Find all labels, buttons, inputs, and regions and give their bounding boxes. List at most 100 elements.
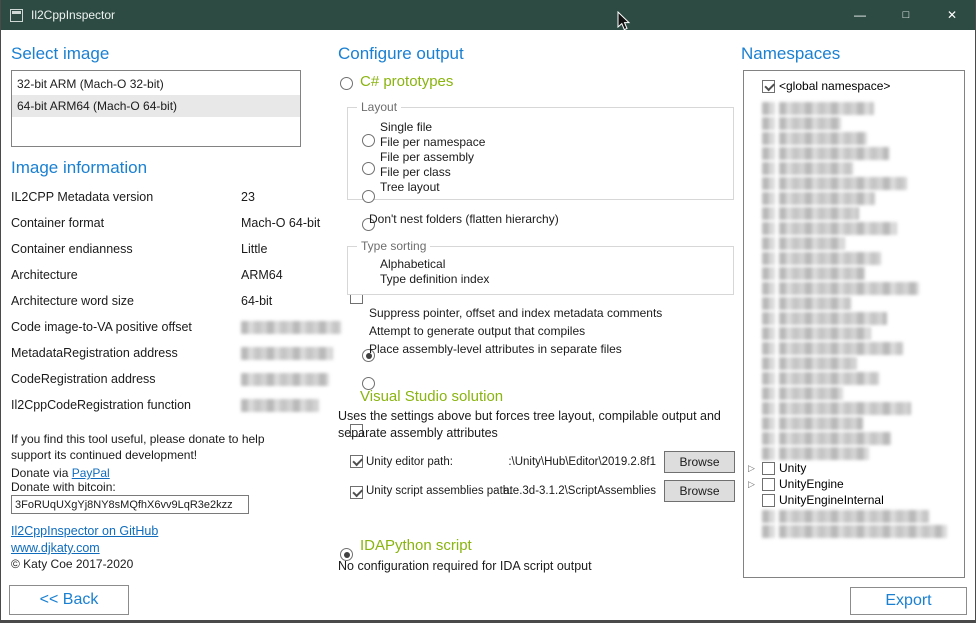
radio-type-definition-index-label[interactable]: Type definition index: [380, 272, 489, 286]
browse-unity-editor-button[interactable]: Browse: [664, 451, 735, 473]
radio-file-per-assembly-label[interactable]: File per assembly: [380, 150, 474, 164]
namespace-item-redacted[interactable]: [748, 176, 907, 190]
group-layout-label: Layout: [357, 100, 401, 114]
namespace-item-label: <global namespace>: [779, 79, 890, 93]
unity-script-assemblies-value: ate.3d-3.1.2\ScriptAssemblies: [503, 485, 656, 497]
expander-unity-icon[interactable]: ▷: [748, 461, 758, 475]
info-row-label: Code image-to-VA positive offset: [11, 320, 192, 334]
checkbox-unity[interactable]: [762, 462, 775, 475]
namespace-item-redacted[interactable]: [748, 116, 841, 130]
namespace-item-redacted[interactable]: [748, 326, 871, 340]
radio-single-file-label[interactable]: Single file: [380, 120, 432, 134]
namespace-item-redacted[interactable]: [748, 236, 845, 250]
checkbox-generate-compilable[interactable]: [350, 455, 363, 468]
radio-single-file[interactable]: [362, 134, 375, 147]
namespace-list: <global namespace> ▷ Unity ▷: [743, 70, 965, 578]
info-row-label: CodeRegistration address: [11, 372, 156, 386]
namespace-item-redacted[interactable]: [748, 371, 879, 385]
info-row-label: Container endianness: [11, 242, 133, 256]
window-title: Il2CppInspector: [31, 8, 115, 22]
checkbox-separate-attributes[interactable]: [350, 486, 363, 499]
namespace-item-redacted[interactable]: [748, 221, 897, 235]
image-list-item-selected[interactable]: 64-bit ARM64 (Mach-O 64-bit): [12, 95, 300, 117]
radio-tree-layout-label[interactable]: Tree layout: [380, 180, 440, 194]
minimize-button[interactable]: —: [837, 0, 883, 30]
mouse-cursor: [617, 11, 631, 31]
namespace-item-redacted[interactable]: [748, 524, 947, 538]
info-row-value-redacted: [241, 373, 329, 386]
namespace-item-label: UnityEngine: [779, 477, 844, 491]
info-row-value-redacted: [241, 321, 341, 334]
maximize-button[interactable]: □: [883, 0, 929, 30]
namespace-item-redacted[interactable]: [748, 296, 851, 310]
expander-unityengine-icon[interactable]: ▷: [748, 477, 758, 491]
checkbox-separate-attributes-label[interactable]: Place assembly-level attributes in separ…: [369, 342, 622, 356]
browse-script-assemblies-button[interactable]: Browse: [664, 480, 735, 502]
namespace-item-redacted[interactable]: [748, 311, 887, 325]
export-button[interactable]: Export: [850, 587, 967, 615]
paypal-link[interactable]: PayPal: [72, 466, 110, 480]
info-row-value: 64-bit: [241, 294, 272, 308]
website-link[interactable]: www.djkaty.com: [11, 541, 100, 555]
namespace-item-redacted[interactable]: [748, 146, 889, 160]
donate-text-line1: If you find this tool useful, please don…: [11, 432, 265, 446]
namespaces-header: Namespaces: [741, 44, 840, 64]
radio-csharp-prototypes[interactable]: [340, 77, 353, 90]
select-image-header: Select image: [11, 44, 109, 64]
image-list: 32-bit ARM (Mach-O 32-bit) 64-bit ARM64 …: [11, 70, 301, 147]
unity-editor-path-label: Unity editor path:: [366, 456, 453, 468]
namespace-item-redacted[interactable]: [748, 206, 859, 220]
radio-alphabetical-label[interactable]: Alphabetical: [380, 257, 445, 271]
bitcoin-address-input[interactable]: [11, 495, 249, 514]
checkbox-unityengine[interactable]: [762, 478, 775, 491]
radio-visual-studio-solution-label[interactable]: Visual Studio solution: [360, 388, 503, 405]
radio-csharp-prototypes-label[interactable]: C# prototypes: [360, 73, 453, 90]
namespace-item-redacted[interactable]: [748, 356, 857, 370]
radio-file-per-class-label[interactable]: File per class: [380, 165, 451, 179]
checkbox-generate-compilable-label[interactable]: Attempt to generate output that compiles: [369, 324, 585, 338]
namespace-item-redacted[interactable]: [748, 401, 911, 415]
info-row-label: IL2CPP Metadata version: [11, 190, 153, 204]
namespace-item-redacted[interactable]: [748, 191, 875, 205]
back-button[interactable]: << Back: [9, 585, 129, 615]
title-bar[interactable]: Il2CppInspector — □ ✕: [1, 0, 975, 30]
donate-text-line2: support its continued development!: [11, 448, 197, 462]
close-button[interactable]: ✕: [929, 0, 975, 30]
namespace-item-redacted[interactable]: [748, 131, 867, 145]
namespace-item-redacted[interactable]: [748, 161, 853, 175]
paypal-prefix: Donate via: [11, 466, 72, 480]
bitcoin-label: Donate with bitcoin:: [11, 480, 116, 494]
namespace-item-redacted[interactable]: [748, 509, 929, 523]
namespace-item-global[interactable]: <global namespace>: [748, 79, 890, 93]
radio-file-per-assembly[interactable]: [362, 190, 375, 203]
namespace-item-redacted[interactable]: [748, 101, 874, 115]
configure-output-header: Configure output: [338, 44, 464, 64]
namespace-item-redacted[interactable]: [748, 251, 881, 265]
namespace-item-redacted[interactable]: [748, 266, 865, 280]
copyright-text: © Katy Coe 2017-2020: [11, 557, 133, 571]
namespace-item-unityengineinternal[interactable]: UnityEngineInternal: [748, 493, 884, 507]
image-list-item[interactable]: 32-bit ARM (Mach-O 32-bit): [12, 73, 300, 95]
namespace-item-redacted[interactable]: [748, 341, 903, 355]
namespace-item-redacted[interactable]: [748, 386, 843, 400]
namespace-item-redacted[interactable]: [748, 281, 919, 295]
namespace-item-label: Unity: [779, 461, 806, 475]
checkbox-unityengineinternal[interactable]: [762, 494, 775, 507]
info-row-value-redacted: [241, 347, 333, 360]
info-row-label: Architecture: [11, 268, 78, 282]
namespace-item-label: UnityEngineInternal: [779, 493, 884, 507]
radio-file-per-namespace-label[interactable]: File per namespace: [380, 135, 485, 149]
namespace-item-unity[interactable]: ▷ Unity: [748, 461, 806, 475]
group-type-sorting-label: Type sorting: [357, 239, 430, 253]
radio-file-per-namespace[interactable]: [362, 162, 375, 175]
namespace-item-redacted[interactable]: [748, 416, 863, 430]
checkbox-flatten-label[interactable]: Don't nest folders (flatten hierarchy): [369, 212, 559, 226]
app-window: Il2CppInspector — □ ✕ Select image 32-bi…: [0, 0, 976, 623]
namespace-item-unityengine[interactable]: ▷ UnityEngine: [748, 477, 844, 491]
github-link[interactable]: Il2CppInspector on GitHub: [11, 524, 158, 538]
namespace-item-redacted[interactable]: [748, 446, 869, 460]
checkbox-suppress-comments-label[interactable]: Suppress pointer, offset and index metad…: [369, 306, 662, 320]
checkbox-global-namespace[interactable]: [762, 80, 775, 93]
radio-idapython-script-label[interactable]: IDAPython script: [360, 537, 472, 554]
namespace-item-redacted[interactable]: [748, 431, 891, 445]
